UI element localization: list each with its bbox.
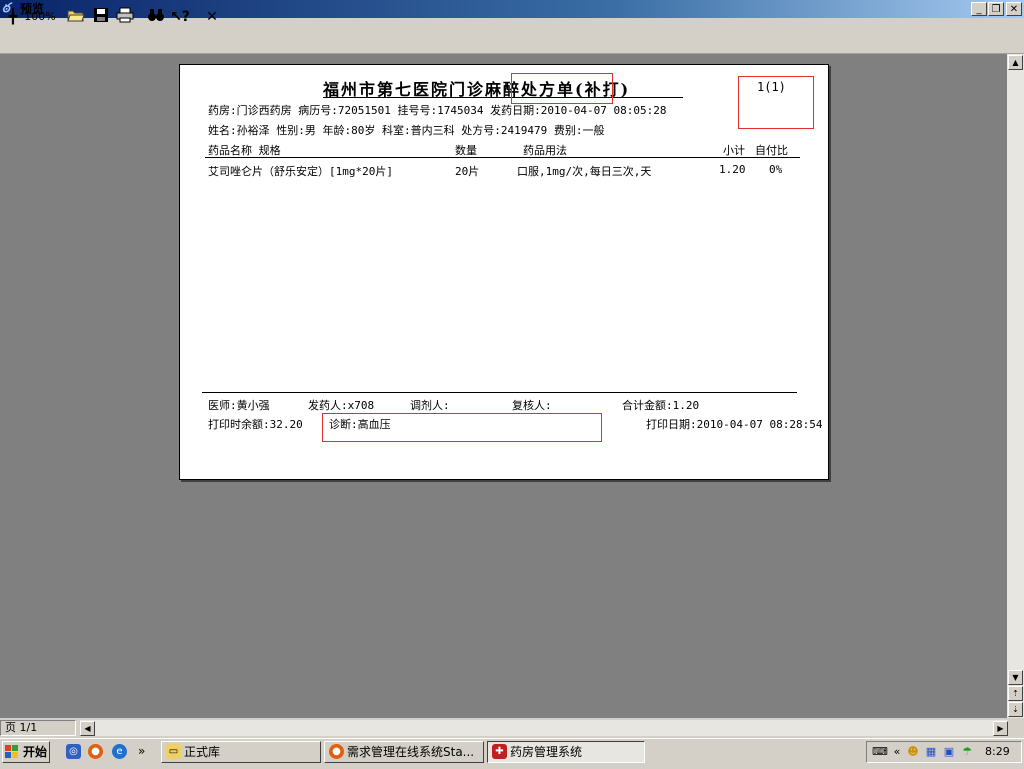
header-name-spec: 药品名称 规格 [208, 144, 281, 157]
umbrella-icon[interactable]: ☂ [960, 745, 974, 759]
qq-icon[interactable]: ☻ [906, 745, 920, 759]
close-window-button[interactable]: ✕ [1006, 2, 1022, 16]
row-name-spec: 艾司唑仑片（舒乐安定）[1mg*20片] [208, 165, 393, 178]
scroll-down-arrow-icon[interactable]: ▼ [1008, 670, 1023, 685]
task-item-zhengshiku[interactable]: 正式库 [161, 741, 321, 763]
next-page-icon[interactable]: ⇣ [1008, 702, 1023, 717]
footer-preparer: 调剂人: [410, 399, 450, 412]
footer-total: 合计金额:1.20 [622, 399, 700, 412]
footer-doctor: 医师:黄小强 [208, 399, 270, 412]
network-icon[interactable]: ▦ [924, 745, 938, 759]
row-qty: 20片 [455, 165, 480, 178]
zoom-label[interactable]: 100% [24, 7, 56, 27]
header-selfpay: 自付比 [755, 144, 788, 157]
page-count-label: 页 1/1 [0, 720, 76, 736]
footer-divider [202, 392, 797, 393]
footer-print-date: 打印日期:2010-04-07 08:28:54 [646, 418, 823, 431]
print-icon[interactable] [115, 7, 135, 27]
scroll-up-arrow-icon[interactable]: ▲ [1008, 55, 1023, 70]
footer-diagnosis: 诊断:高血压 [329, 418, 391, 431]
header-qty: 数量 [455, 144, 477, 157]
close-icon[interactable]: ✕ [203, 7, 221, 27]
save-icon[interactable] [91, 7, 111, 27]
footer-dispenser: 发药人:x708 [308, 399, 375, 412]
footer-reviewer: 复核人: [512, 399, 552, 412]
row-subtotal: 1.20 [719, 163, 746, 176]
zoom-icon[interactable]: ╋ [6, 7, 20, 27]
quicklaunch-more-icon[interactable]: » [138, 744, 145, 758]
minimize-button[interactable]: _ [971, 2, 987, 16]
footer-balance: 打印时余额:32.20 [208, 418, 303, 431]
vertical-scrollbar[interactable] [1007, 54, 1024, 718]
restore-button[interactable]: ❐ [988, 2, 1004, 16]
header-subtotal: 小计 [723, 144, 745, 157]
horizontal-scrollbar[interactable] [80, 720, 1008, 736]
folder-icon: ▭ [166, 744, 181, 759]
scroll-right-arrow-icon[interactable]: ▶ [993, 721, 1008, 736]
open-folder-icon[interactable] [66, 7, 86, 27]
display-icon[interactable]: ▣ [942, 745, 956, 759]
keyboard-icon[interactable]: ⌨ [872, 745, 888, 759]
quicklaunch-ie-icon[interactable]: e [112, 744, 127, 759]
tray-expand-icon[interactable]: « [890, 745, 904, 759]
title-underline [323, 97, 683, 98]
help-cursor-icon[interactable]: ↖? [170, 7, 190, 27]
quicklaunch-firefox-icon[interactable]: ● [88, 744, 103, 759]
scroll-left-arrow-icon[interactable]: ◀ [80, 721, 95, 736]
task-item-requirements[interactable]: 需求管理在线系统Sta... [324, 741, 484, 763]
prescription-info-line-2: 姓名:孙裕泽 性别:男 年龄:80岁 科室:普内三科 处方号:2419479 费… [208, 124, 605, 137]
find-binoculars-icon[interactable] [146, 7, 166, 27]
prescription-info-line-1: 药房:门诊西药房 病历号:72051501 挂号号:1745034 发药日期:2… [208, 104, 667, 117]
windows-logo-icon [5, 745, 19, 759]
previous-page-icon[interactable]: ⇡ [1008, 686, 1023, 701]
task-item-pharmacy-system[interactable]: 药房管理系统 [487, 741, 645, 763]
header-divider [205, 157, 800, 158]
row-usage: 口服,1mg/次,每日三次,天 [517, 165, 652, 178]
clock[interactable]: 8:29 [985, 745, 1010, 758]
title-highlight-box [511, 73, 613, 104]
firefox-icon: ● [329, 744, 344, 759]
page-indicator-box [738, 76, 814, 129]
row-selfpay: 0% [769, 163, 783, 176]
pharmacy-app-icon: ✚ [492, 744, 507, 759]
header-usage: 药品用法 [523, 144, 567, 157]
quicklaunch-desktop-icon[interactable]: ◎ [66, 744, 81, 759]
